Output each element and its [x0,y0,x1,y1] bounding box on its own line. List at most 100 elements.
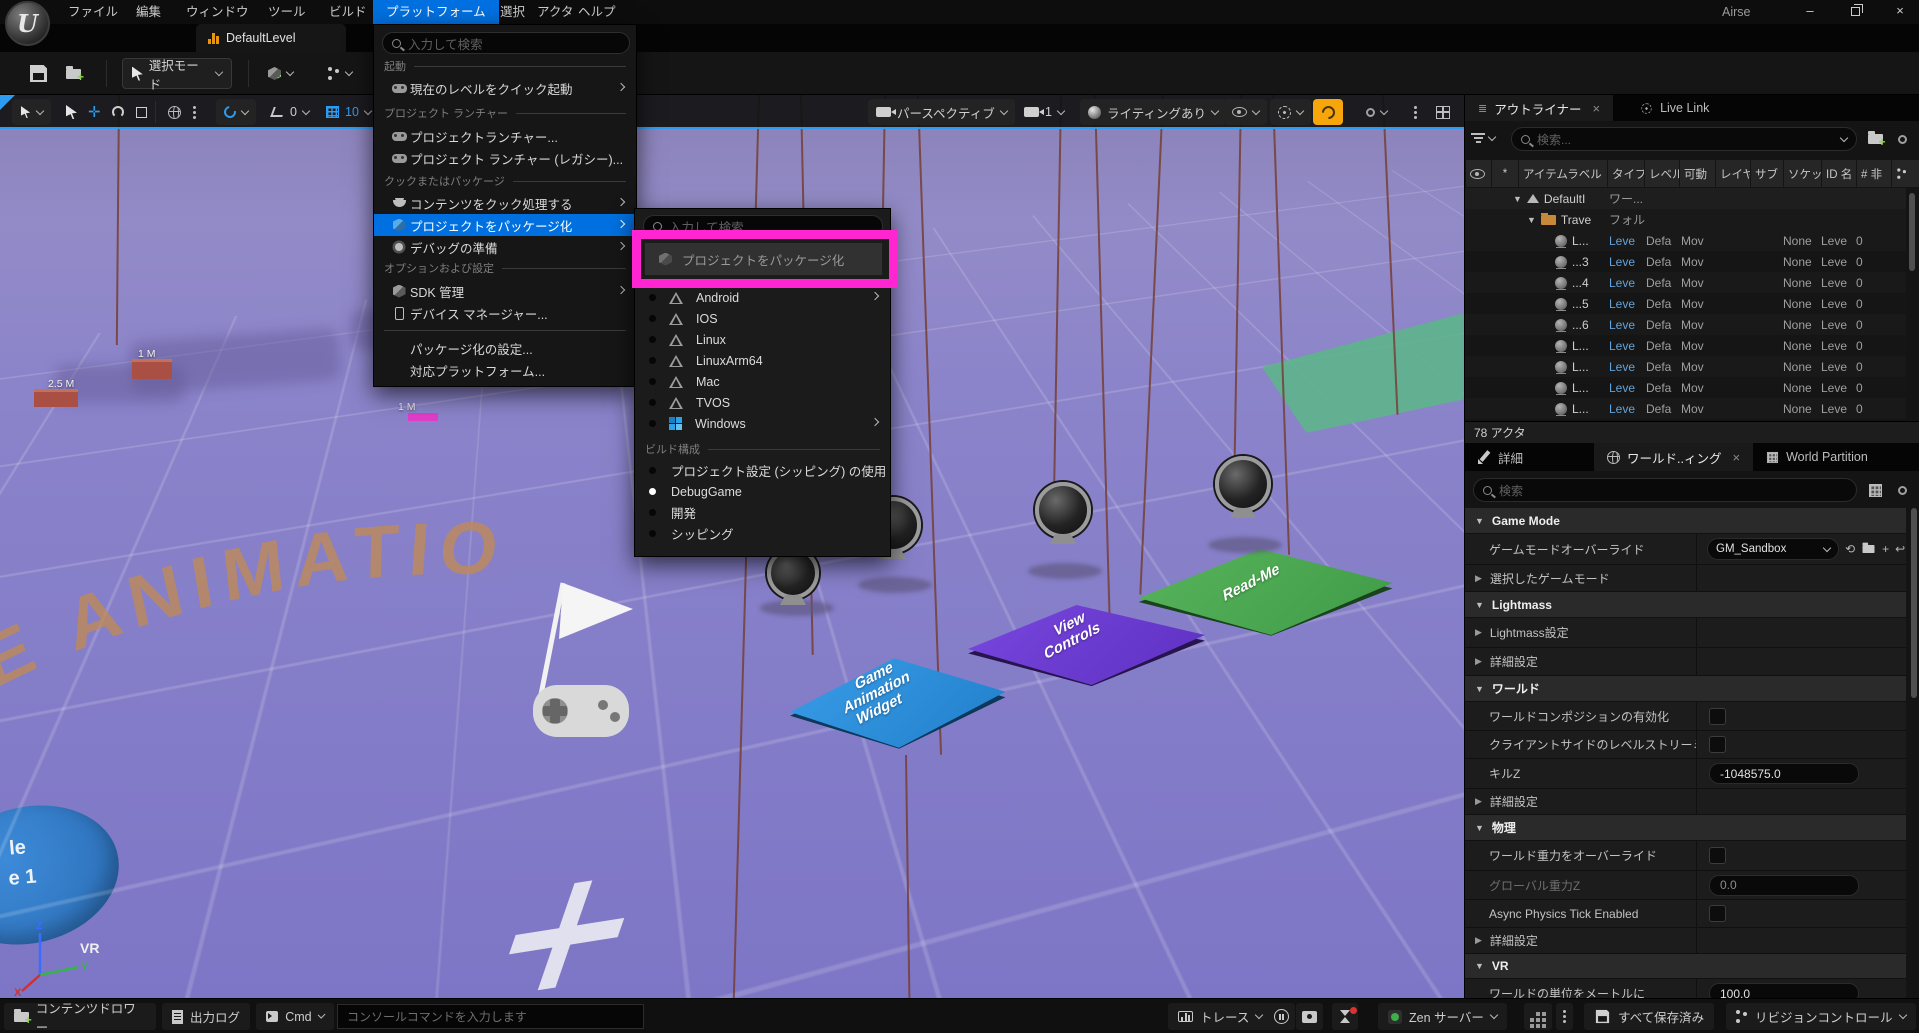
browse-asset-icon[interactable] [1861,544,1876,554]
menu-window[interactable]: ウィンドウ [173,0,262,24]
outliner-world-row[interactable]: ▼ DefaultI ワー... [1465,188,1906,209]
tab-outliner[interactable]: ≣ アウトライナー × [1465,95,1613,121]
outliner-actor-row[interactable]: ...4 Leve Defa Mov None Leve 0 [1465,272,1906,293]
maximize-viewport-button[interactable] [1428,99,1458,125]
menu-item-sdk-manage[interactable]: SDK 管理 [374,280,636,302]
menu-tools[interactable]: ツール [255,0,319,24]
platform-target-item[interactable]: Android [635,287,890,308]
menu-build[interactable]: ビルド [316,0,380,24]
outliner-actor-row[interactable]: L... Leve Defa Mov None Leve 0 [1465,230,1906,251]
tab-details[interactable]: 詳細 [1465,443,1536,471]
outliner-actor-row[interactable]: L... Leve Defa Mov None Leve 0 [1465,335,1906,356]
add-actor-dropdown[interactable] [268,58,293,89]
sphere-actor[interactable] [1035,482,1091,538]
surface-snapping-dropdown[interactable] [216,99,256,125]
build-config-item[interactable]: プロジェクト設定 (シッピング) の使用 [635,460,890,481]
zen-server-dropdown[interactable]: Zen サーバー [1378,1003,1507,1030]
add-icon[interactable]: + [1882,542,1889,556]
menu-item-cook-content[interactable]: コンテンツをクック処理する [374,192,636,214]
column-layer[interactable]: レイヤ [1716,160,1750,187]
column-hidden-count[interactable]: # 非 [1857,160,1891,187]
details-search-input[interactable]: 検索 [1473,478,1857,502]
menu-item-project-launcher-legacy[interactable]: プロジェクト ランチャー (レガシー)... [374,147,636,169]
viewport-settings-dropdown[interactable] [1358,99,1395,125]
game-view-dropdown[interactable] [1270,99,1311,125]
row-lightmass-advanced[interactable]: ▶詳細設定 [1465,648,1906,676]
view-mode-dropdown[interactable]: ライティングあり [1080,99,1226,125]
menu-edit[interactable]: 編集 [123,0,174,24]
menu-item-prepare-debug[interactable]: デバッグの準備 [374,236,636,258]
row-lightmass-settings[interactable]: ▶Lightmass設定 [1465,618,1906,648]
column-item-label[interactable]: アイテムラベル [1519,160,1607,187]
browse-content-button[interactable] [66,58,81,89]
camera-speed-dropdown[interactable]: 1 [1016,99,1072,125]
screenshot-button[interactable] [1296,1003,1323,1030]
outliner-filter-button[interactable] [1471,126,1495,150]
menu-item-packaging-settings[interactable]: パッケージ化の設定... [374,337,636,359]
column-sublevel[interactable]: サブ [1751,160,1783,187]
platform-read-me[interactable]: Read-Me [1128,543,1398,643]
outliner-actor-row[interactable]: ...6 Leve Defa Mov None Leve 0 [1465,314,1906,335]
derived-data-button[interactable] [1524,1003,1552,1030]
sphere-actor[interactable] [1215,456,1271,512]
row-type-link[interactable]: Leve [1609,360,1635,374]
expand-icon[interactable]: ▼ [1513,194,1522,204]
console-command-input[interactable]: コンソールコマンドを入力します [337,1004,644,1029]
row-type-link[interactable]: Leve [1609,297,1635,311]
trace-dropdown[interactable]: トレース [1168,1003,1272,1030]
minimize-button[interactable]: – [1793,0,1827,24]
expand-icon[interactable]: ▼ [1527,215,1536,225]
menu-platforms[interactable]: プラットフォーム [373,0,499,24]
row-type-link[interactable]: Leve [1609,339,1635,353]
viewport-more-options[interactable] [1406,99,1425,125]
global-gravity-input[interactable]: 0.0 [1709,875,1859,896]
restore-button[interactable] [1838,0,1872,24]
use-selected-icon[interactable]: ⟲ [1845,542,1855,556]
column-socket[interactable]: ソケッ [1784,160,1821,187]
close-icon[interactable]: × [1592,101,1600,116]
platform-target-item[interactable]: TVOS [635,392,890,413]
menu-item-supported-platforms[interactable]: 対応プラットフォーム... [374,359,636,381]
column-mobility[interactable]: 可動 [1680,160,1715,187]
viewport-select-dropdown[interactable] [12,99,51,125]
platform-target-item[interactable]: Linux [635,329,890,350]
tab-world-partition[interactable]: World Partition [1753,443,1881,471]
show-flags-dropdown[interactable] [1224,99,1267,125]
menu-file[interactable]: ファイル [55,0,131,24]
outliner-actor-row[interactable]: ...5 Leve Defa Mov None Leve 0 [1465,293,1906,314]
row-type-link[interactable]: Leve [1609,276,1635,290]
row-type-link[interactable]: Leve [1609,318,1635,332]
build-config-item[interactable]: DebugGame [635,481,890,502]
column-star[interactable]: * [1492,160,1518,187]
close-icon[interactable]: × [1732,450,1740,465]
outliner-actor-row[interactable]: ...3 Leve Defa Mov None Leve 0 [1465,251,1906,272]
category-physics[interactable]: ▼物理 [1465,815,1906,841]
tab-live-link[interactable]: Live Link [1627,95,1722,121]
menu-item-project-launcher[interactable]: プロジェクトランチャー... [374,125,636,147]
details-scrollbar[interactable] [1911,508,1917,698]
world-composition-checkbox[interactable] [1709,708,1726,725]
grid-snap-dropdown[interactable]: 10 [318,99,379,125]
row-world-advanced[interactable]: ▶詳細設定 [1465,789,1906,815]
outliner-add-folder-button[interactable] [1863,127,1887,151]
pending-tasks-button[interactable] [1332,1003,1358,1030]
perspective-dropdown[interactable]: パースペクティブ [868,99,1015,125]
row-type-link[interactable]: Leve [1609,381,1635,395]
async-physics-checkbox[interactable] [1709,905,1726,922]
platform-target-item[interactable]: IOS [635,308,890,329]
column-id-name[interactable]: ID 名 [1822,160,1856,187]
outliner-scrollbar[interactable] [1909,193,1915,271]
pause-insights-button[interactable] [1268,1003,1295,1030]
category-lightmass[interactable]: ▼Lightmass [1465,592,1906,618]
row-selected-game-mode[interactable]: ▶選択したゲームモード [1465,565,1906,592]
angle-snap-dropdown[interactable]: 0 [264,99,317,125]
category-game-mode[interactable]: ▼Game Mode [1465,508,1906,534]
status-more-options[interactable] [1556,1003,1573,1030]
outliner-actor-row[interactable]: L... Leve Defa Mov None Leve 0 [1465,398,1906,419]
save-all-button[interactable]: すべて保存済み [1584,1003,1714,1030]
client-streaming-checkbox[interactable] [1709,736,1726,753]
column-pin[interactable] [1892,160,1919,187]
reset-icon[interactable]: ↩ [1895,542,1905,556]
platform-target-item[interactable]: LinuxArm64 [635,350,890,371]
column-visibility[interactable] [1466,160,1491,187]
